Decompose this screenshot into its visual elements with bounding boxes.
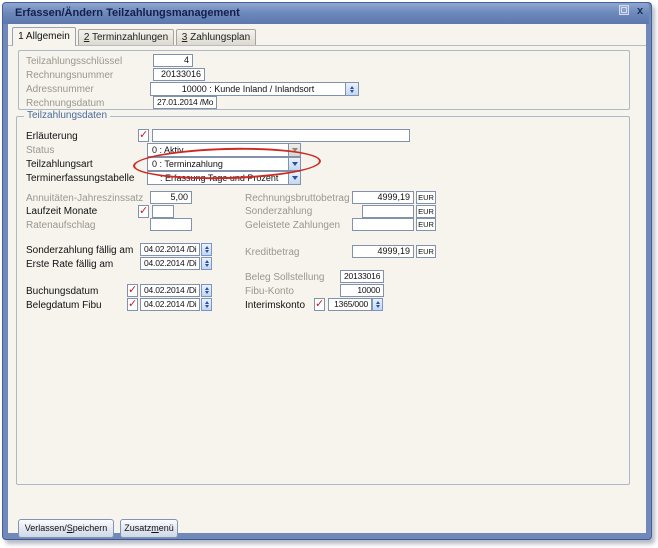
teilzahlungsart-label: Teilzahlungsart	[26, 158, 93, 171]
rechnungsbruttobetrag-field: 4999,19	[352, 191, 414, 204]
sonderzahlung-faellig-label: Sonderzahlung fällig am	[26, 244, 133, 257]
sonderzahlung-faellig-spinner-icon[interactable]	[201, 243, 212, 256]
terminerfassungstabelle-dropdown-icon[interactable]	[288, 172, 300, 184]
geleistete-zahlungen-field	[352, 218, 414, 231]
close-icon[interactable]: x	[634, 5, 646, 17]
interimskonto-spinner-icon[interactable]	[372, 298, 383, 311]
kreditbetrag-label: Kreditbetrag	[245, 246, 299, 259]
erste-rate-label: Erste Rate fällig am	[26, 258, 113, 271]
laufzeit-monate-field[interactable]	[152, 205, 174, 218]
note-edit-icon[interactable]: ✓	[314, 298, 325, 311]
buchungsdatum-label: Buchungsdatum	[26, 285, 98, 298]
sonderzahlung-unit: EUR	[416, 205, 436, 218]
geleistete-zahlungen-unit: EUR	[416, 218, 436, 231]
zusatzmenue-button[interactable]: Zusatzmenü	[120, 519, 178, 538]
note-edit-icon[interactable]: ✓	[127, 284, 138, 297]
teilzahlungsdaten-group-label: Teilzahlungsdaten	[24, 110, 110, 121]
buchungsdatum-field[interactable]: 04.02.2014 /Di	[140, 284, 200, 297]
rechnungsnummer-label: Rechnungsnummer	[26, 69, 113, 82]
restore-glyph	[619, 5, 629, 15]
erste-rate-spinner-icon[interactable]	[201, 257, 212, 270]
ratenaufschlag-label: Ratenaufschlag	[26, 219, 96, 232]
erlaeuterung-field[interactable]	[152, 129, 410, 142]
kreditbetrag-field: 4999,19	[352, 245, 414, 258]
belegdatum-fibu-label: Belegdatum Fibu	[26, 299, 102, 312]
verlassen-speichern-button[interactable]: Verlassen/Speichern	[18, 519, 114, 538]
ratenaufschlag-field	[150, 218, 192, 231]
buchungsdatum-spinner-icon[interactable]	[201, 284, 212, 297]
rechnungsnummer-field[interactable]: 20133016	[153, 68, 205, 81]
rechnungsdatum-label: Rechnungsdatum	[26, 97, 104, 110]
kreditbetrag-unit: EUR	[416, 245, 436, 258]
beleg-sollstellung-label: Beleg Sollstellung	[245, 271, 325, 284]
note-edit-icon[interactable]: ✓	[138, 205, 149, 218]
terminerfassungstabelle-label: Terminerfassungstabelle	[26, 172, 134, 185]
beleg-sollstellung-field: 20133016	[340, 270, 384, 283]
note-edit-icon[interactable]: ✓	[138, 129, 149, 142]
interimskonto-label: Interimskonto	[245, 299, 305, 312]
sonderzahlung-faellig-field[interactable]: 04.02.2014 /Di	[140, 243, 200, 256]
tab-allgemein[interactable]: 1 Allgemein	[12, 27, 76, 46]
belegdatum-fibu-field[interactable]: 04.02.2014 /Di	[140, 298, 200, 311]
annuitaeten-label: Annuitäten-Jahreszinssatz	[26, 192, 143, 205]
rechnungsbruttobetrag-label: Rechnungsbruttobetrag	[245, 192, 350, 205]
teilzahlungsschluessel-label: Teilzahlungsschlüssel	[26, 55, 122, 68]
interimskonto-field[interactable]: 1365/000	[328, 298, 372, 311]
tab-terminzahlungen[interactable]: 2 Terminzahlungen	[78, 29, 174, 46]
sonderzahlung-field	[362, 205, 414, 218]
laufzeit-monate-label: Laufzeit Monate	[26, 205, 97, 218]
note-edit-icon[interactable]: ✓	[127, 298, 138, 311]
belegdatum-fibu-spinner-icon[interactable]	[201, 298, 212, 311]
rechnungsdatum-field[interactable]: 27.01.2014 /Mo	[153, 96, 217, 109]
title-bar[interactable]: Erfassen/Ändern Teilzahlungsmanagement	[3, 3, 649, 24]
sonderzahlung-label: Sonderzahlung	[245, 205, 312, 218]
fibu-konto-field: 10000	[340, 284, 384, 297]
fibu-konto-label: Fibu-Konto	[245, 285, 294, 298]
restore-icon[interactable]	[618, 5, 630, 17]
tab-strip-divider	[8, 45, 646, 46]
rechnungsbruttobetrag-unit: EUR	[416, 191, 436, 204]
geleistete-zahlungen-label: Geleistete Zahlungen	[245, 219, 340, 232]
adressnummer-label: Adressnummer	[26, 83, 94, 96]
adressnummer-combobox[interactable]: 10000 : Kunde Inland / Inlandsort	[150, 82, 359, 96]
window-title: Erfassen/Ändern Teilzahlungsmanagement	[15, 7, 240, 19]
application-window: Erfassen/Ändern Teilzahlungsmanagement x…	[0, 0, 658, 548]
tab-zahlungsplan[interactable]: 3 Zahlungsplan	[176, 29, 256, 46]
teilzahlungsschluessel-field[interactable]: 4	[153, 54, 193, 67]
annuitaeten-field: 5,00	[150, 191, 192, 204]
erste-rate-field[interactable]: 04.02.2014 /Di	[140, 257, 200, 270]
erlaeuterung-label: Erläuterung	[26, 130, 78, 143]
adressnummer-spinner-icon[interactable]	[345, 83, 358, 95]
status-label: Status	[26, 144, 54, 157]
